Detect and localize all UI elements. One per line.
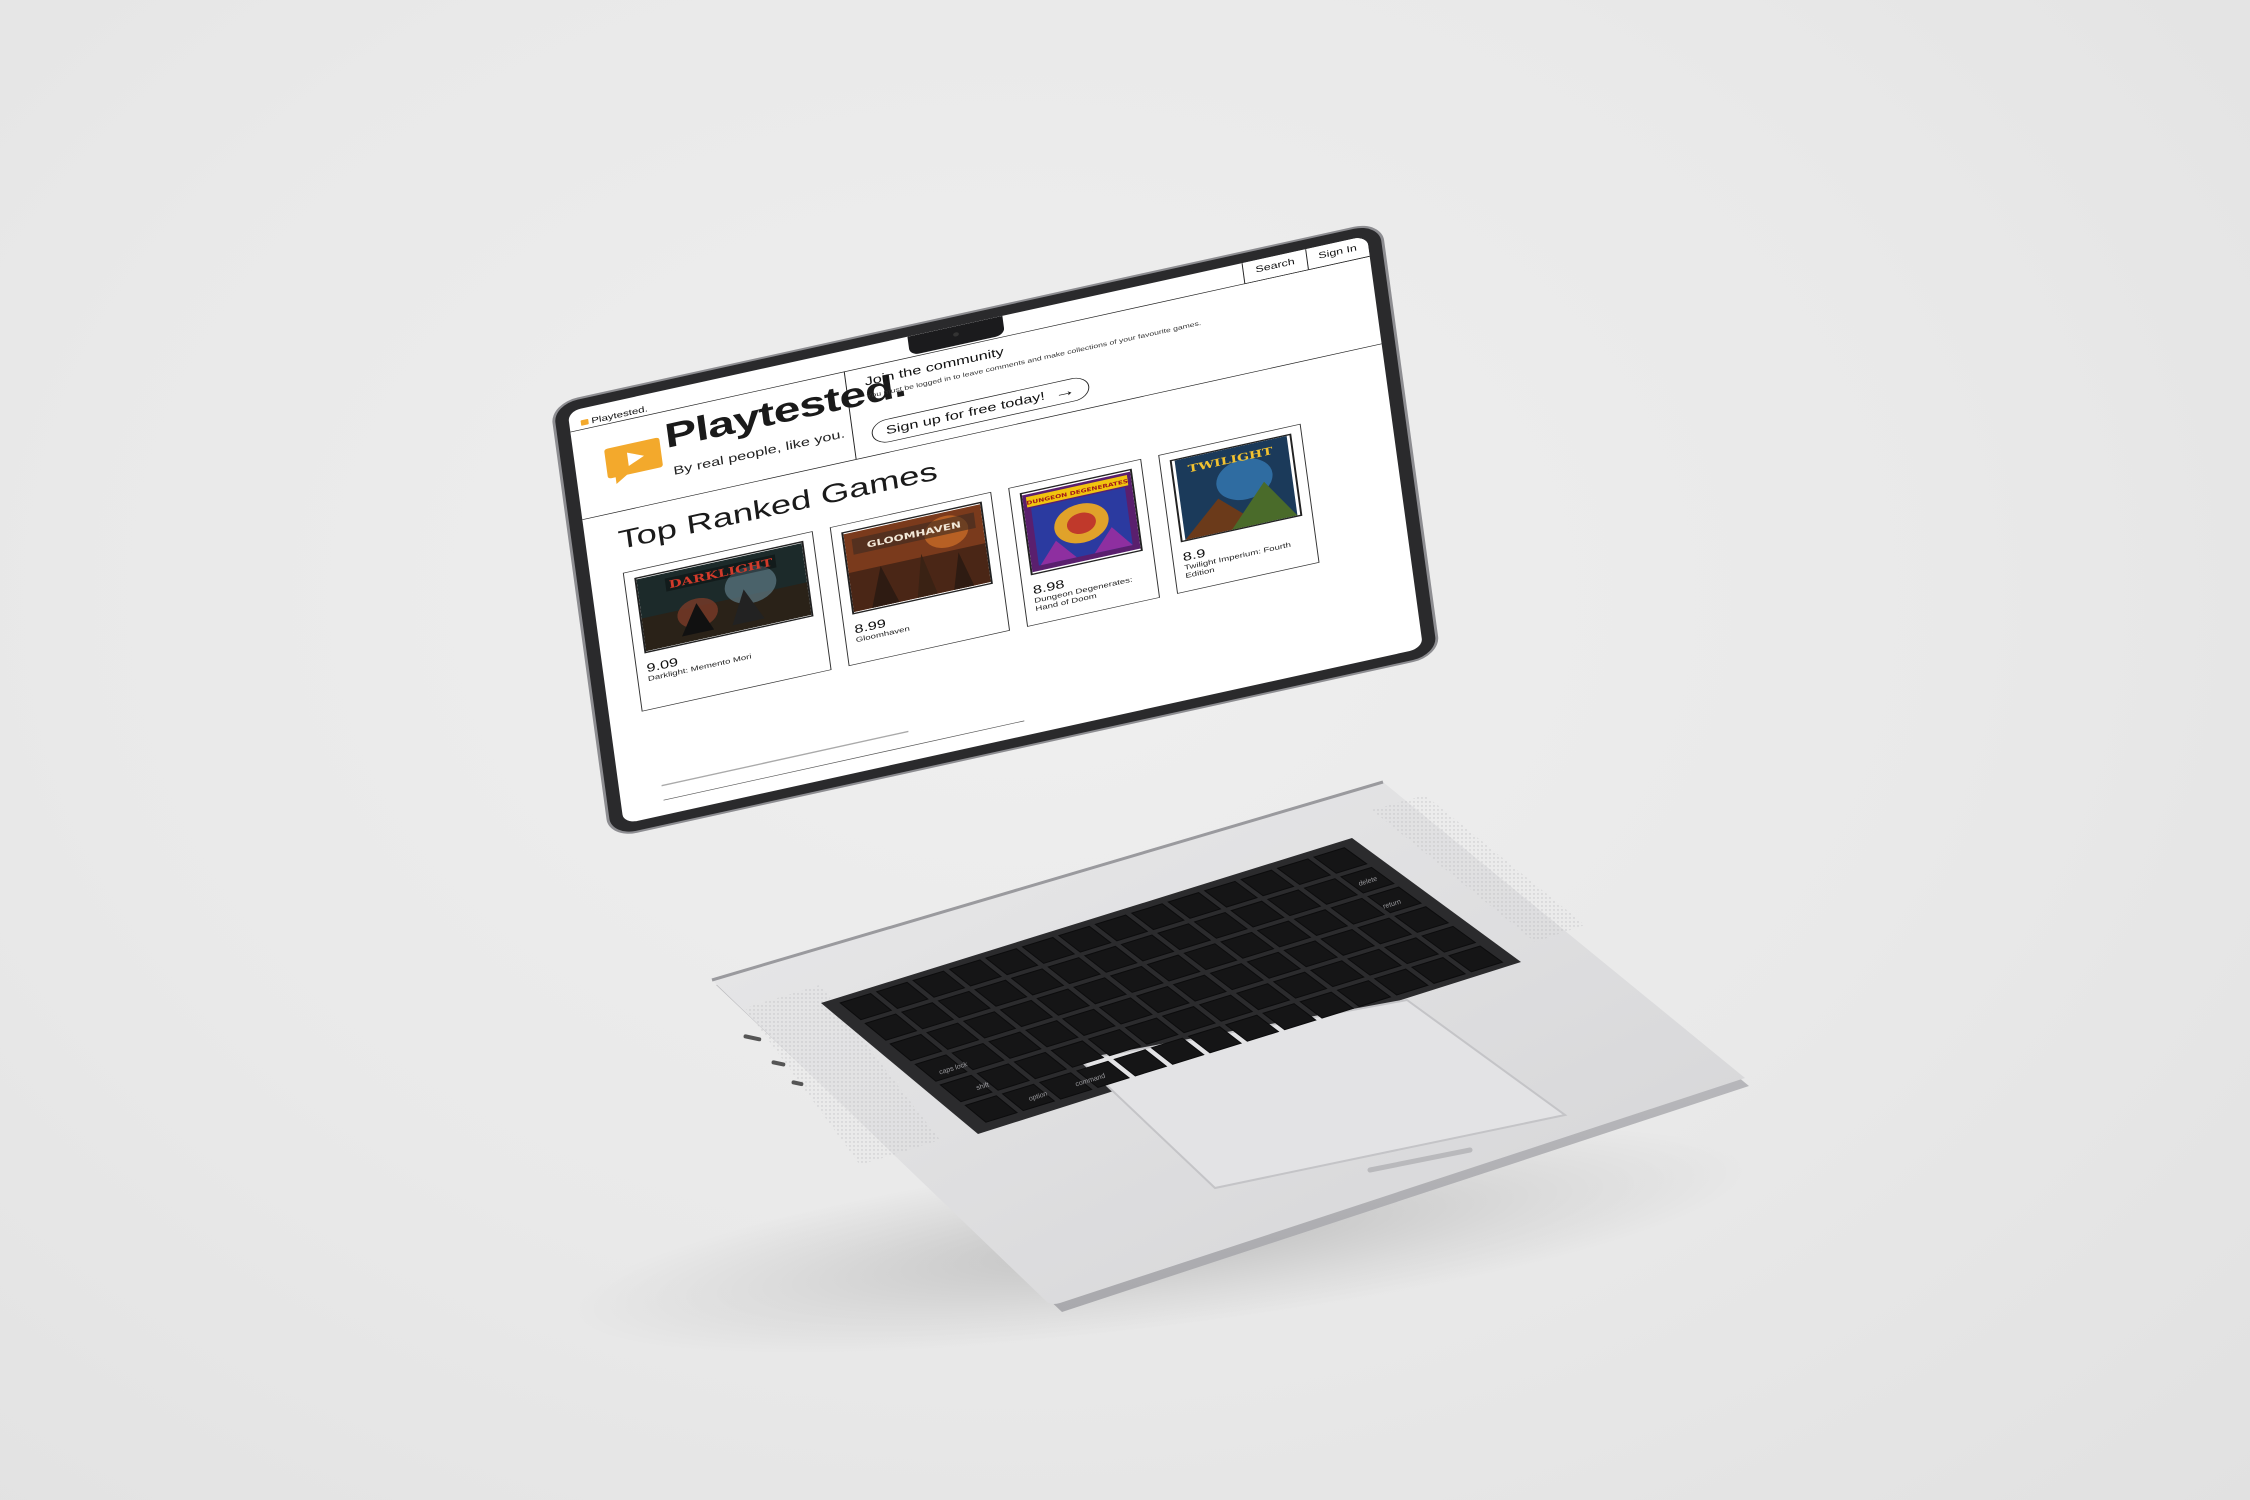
arrow-right-icon: → (1053, 380, 1077, 403)
camera-icon (952, 331, 960, 338)
play-bubble-icon (604, 437, 663, 485)
game-card[interactable]: TWILIGHT 8.9 Twilight Imperium: Fourth E… (1158, 423, 1320, 594)
game-card[interactable]: DARKLIGHT 9.09 Darklight: Memento Mori (622, 531, 832, 712)
game-card[interactable]: GLOOMHAVEN 8.99 Gloomhaven (829, 491, 1011, 667)
brand-mark-icon (580, 418, 589, 426)
signup-label: Sign up for free today! (885, 389, 1046, 438)
laptop-base: deletereturncaps lockshiftoptioncommand (711, 780, 1749, 1312)
game-box-art: DUNGEON DEGENERATES (1019, 468, 1143, 576)
game-card[interactable]: DUNGEON DEGENERATES 8.98 Dungeon Degener… (1008, 458, 1161, 627)
game-box-art: TWILIGHT (1169, 433, 1303, 543)
small-brand-label: Playtested. (590, 403, 649, 426)
